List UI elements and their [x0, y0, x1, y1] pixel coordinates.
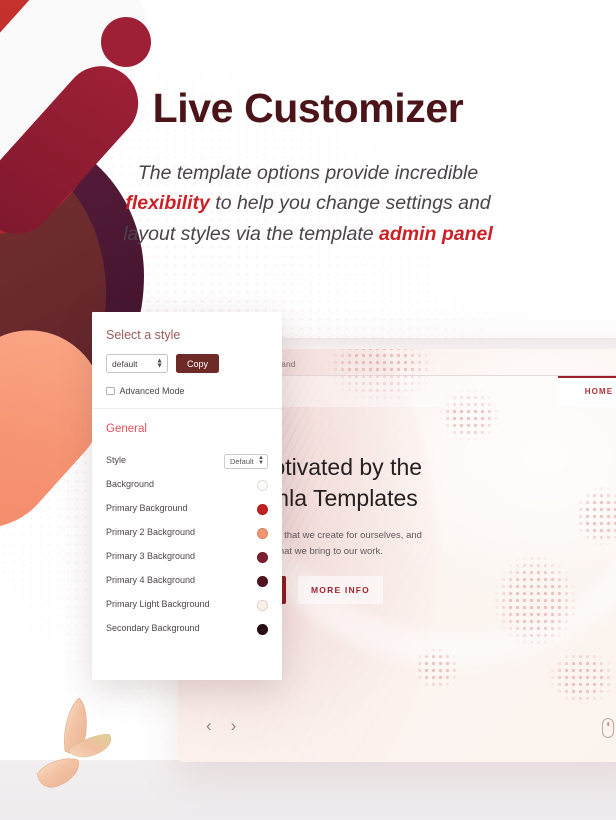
color-swatch[interactable] [257, 551, 268, 563]
option-row-primary-3-background[interactable]: Primary 3 Background [106, 545, 268, 569]
style-select-row: default ▲ ▼ Copy [106, 354, 268, 373]
style-select[interactable]: default ▲ ▼ [106, 354, 168, 373]
color-swatch[interactable] [257, 575, 268, 587]
option-label: Primary 3 Background [106, 551, 196, 562]
hero-subtitle-line-1: The template options provide incredible [137, 161, 479, 184]
panel-header: Select a style default ▲ ▼ Copy Advanced … [92, 312, 282, 408]
carousel-prev-icon[interactable]: ‹ [206, 717, 212, 734]
hero-section: Live Customizer The template options pro… [0, 85, 616, 249]
option-label: Primary 2 Background [106, 527, 196, 538]
hero-subtitle-line-3: layout styles via the template [123, 222, 379, 245]
option-label: Primary Background [106, 503, 188, 514]
option-label: Style [106, 455, 127, 466]
style-select-value: default [112, 358, 138, 369]
color-swatch[interactable] [257, 527, 268, 539]
option-label: Primary 4 Background [106, 575, 196, 586]
panel-options-body: General Style Default ▲ ▼ Background Prim… [92, 409, 282, 641]
select-spinner-icon: ▲ ▼ [258, 455, 264, 466]
option-row-primary-light-background[interactable]: Primary Light Background [106, 593, 268, 617]
hero-highlight-flexibility: flexibility [125, 192, 210, 215]
select-spinner-icon: ▲ ▼ [156, 356, 163, 370]
style-option-select[interactable]: Default ▲ ▼ [224, 453, 268, 469]
preview-carousel-controls: ‹ › [206, 717, 236, 734]
preview-more-info-button[interactable]: MORE INFO [298, 576, 383, 604]
bottom-gradient-band [0, 760, 616, 820]
live-customizer-panel[interactable]: Select a style default ▲ ▼ Copy Advanced … [92, 312, 282, 680]
color-swatch[interactable] [257, 479, 268, 491]
advanced-mode-label: Advanced Mode [119, 386, 185, 396]
color-swatch[interactable] [257, 503, 268, 515]
option-row-secondary-background[interactable]: Secondary Background [106, 617, 268, 641]
option-row-background[interactable]: Background [106, 473, 268, 497]
color-swatch[interactable] [257, 623, 268, 635]
page-root: Live Customizer The template options pro… [0, 0, 616, 820]
crimson-circle-shape [101, 17, 151, 67]
option-label: Background [106, 479, 155, 490]
scroll-mouse-icon [602, 718, 614, 738]
carousel-next-icon[interactable]: › [231, 717, 237, 734]
panel-title: Select a style [106, 328, 181, 342]
advanced-mode-row[interactable]: Advanced Mode [106, 386, 268, 396]
option-row-style[interactable]: Style Default ▲ ▼ [106, 449, 268, 473]
advanced-mode-checkbox[interactable] [106, 386, 115, 396]
option-row-primary-2-background[interactable]: Primary 2 Background [106, 521, 268, 545]
option-label: Primary Light Background [106, 599, 210, 610]
option-row-primary-background[interactable]: Primary Background [106, 497, 268, 521]
hero-highlight-admin-panel: admin panel [379, 222, 493, 245]
hero-subtitle: The template options provide incredible … [0, 158, 616, 249]
page-title: Live Customizer [152, 85, 464, 131]
preview-nav-home[interactable]: HOME [558, 376, 616, 407]
copy-button[interactable]: Copy [176, 354, 220, 373]
group-title-general: General [106, 423, 147, 435]
hero-subtitle-line-2: to help you change settings and [209, 192, 491, 215]
color-swatch[interactable] [257, 599, 268, 611]
option-label: Secondary Background [106, 623, 200, 634]
style-option-value: Default [230, 456, 254, 466]
option-row-primary-4-background[interactable]: Primary 4 Background [106, 569, 268, 593]
